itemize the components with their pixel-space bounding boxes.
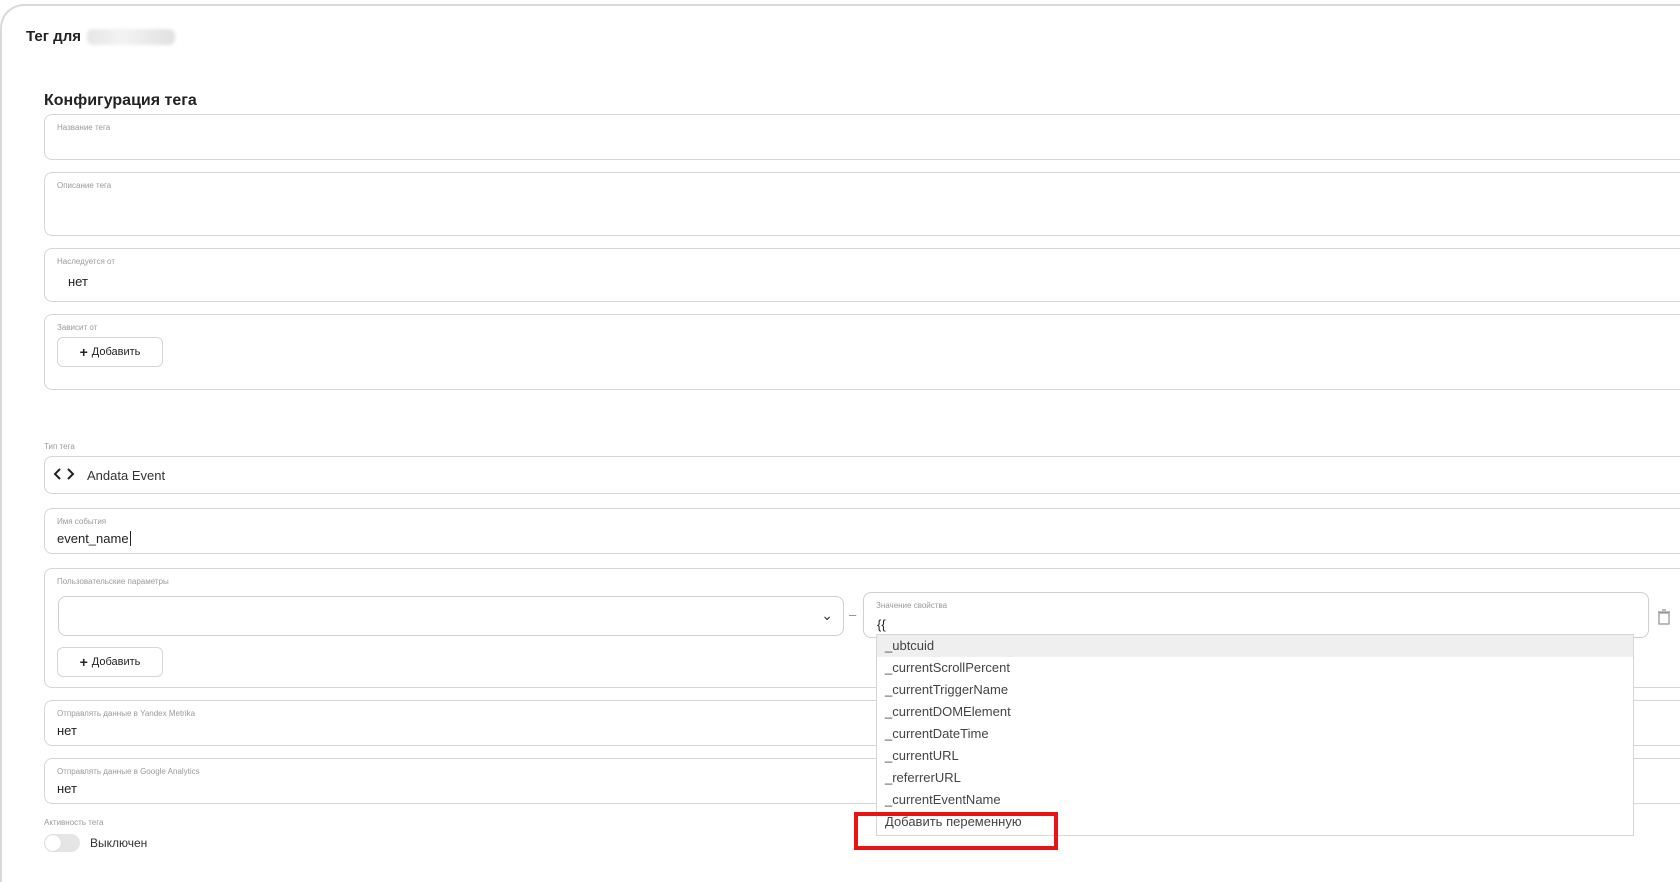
depends-on-add-label: Добавить [91, 346, 141, 358]
custom-params-add-button[interactable]: + Добавить [57, 647, 163, 677]
inherits-from-label: Наследуется от [57, 257, 115, 266]
trash-icon[interactable] [1657, 609, 1671, 630]
tag-type-select[interactable]: Andata Event [44, 456, 1680, 494]
plus-icon: + [79, 654, 88, 670]
plus-icon: + [79, 344, 88, 360]
dropdown-item[interactable]: _currentDateTime [877, 723, 1633, 745]
dropdown-item[interactable]: _ubtcuid [877, 635, 1633, 657]
tag-editor-panel: Тег для Конфигурация тега Название тега … [0, 4, 1680, 882]
event-name-value: event_name [57, 531, 131, 546]
event-name-field[interactable]: Имя события event_name [44, 508, 1680, 554]
dropdown-item[interactable]: _currentScrollPercent [877, 657, 1633, 679]
toggle-knob [45, 835, 61, 851]
highlight-annotation-box [854, 812, 1058, 850]
dropdown-item[interactable]: _currentTriggerName [877, 679, 1633, 701]
dropdown-item[interactable]: _currentURL [877, 745, 1633, 767]
section-title: Конфигурация тега [44, 92, 197, 109]
depends-on-label: Зависит от [57, 323, 98, 332]
page-title-text: Тег для [26, 28, 81, 45]
code-brackets-icon [53, 466, 75, 487]
tag-type-label: Тип тега [44, 442, 75, 451]
tag-type-value: Andata Event [87, 468, 166, 483]
google-analytics-label: Отправлять данные в Google Analytics [57, 767, 200, 776]
dropdown-item[interactable]: _currentEventName [877, 789, 1633, 811]
param-separator: – [849, 607, 857, 622]
tag-description-field[interactable]: Описание тега [44, 172, 1680, 236]
custom-params-label: Пользовательские параметры [57, 577, 169, 586]
dropdown-item[interactable]: _currentDOMElement [877, 701, 1633, 723]
property-value-input[interactable]: Значение свойства {{ [863, 592, 1649, 638]
tag-name-field[interactable]: Название тега [44, 114, 1680, 160]
inherits-from-select[interactable]: Наследуется от нет [44, 248, 1680, 302]
tag-description-label: Описание тега [57, 181, 112, 190]
chevron-down-icon: ⌄ [821, 607, 833, 623]
tag-name-label: Название тега [57, 123, 111, 132]
property-value-text: {{ [877, 617, 886, 632]
tag-activity-toggle[interactable] [44, 834, 80, 852]
page-title: Тег для [26, 28, 175, 45]
event-name-label: Имя события [57, 517, 107, 526]
inherits-from-value: нет [68, 274, 88, 289]
dropdown-item[interactable]: _referrerURL [877, 767, 1633, 789]
tag-activity-status: Выключен [90, 836, 148, 850]
yandex-metrika-value: нет [57, 723, 77, 738]
property-value-label: Значение свойства [876, 601, 948, 610]
depends-on-field: Зависит от + Добавить [44, 314, 1680, 390]
variable-autocomplete-dropdown: _ubtcuid _currentScrollPercent _currentT… [876, 634, 1634, 836]
param-name-select[interactable]: ⌄ [58, 596, 844, 636]
custom-params-add-label: Добавить [91, 656, 141, 668]
google-analytics-value: нет [57, 781, 77, 796]
yandex-metrika-label: Отправлять данные в Yandex Metrika [57, 709, 196, 718]
depends-on-add-button[interactable]: + Добавить [57, 337, 163, 367]
redacted-tag-name [86, 28, 175, 45]
tag-activity-label: Активность тега [44, 818, 104, 827]
